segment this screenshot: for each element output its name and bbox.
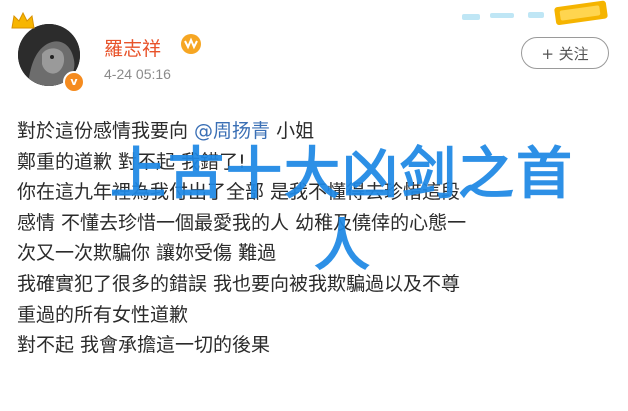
username[interactable]: 羅志祥 <box>104 34 161 61</box>
follow-button[interactable]: + 关注 <box>521 37 609 69</box>
vip-badge-icon <box>181 34 201 54</box>
verified-icon: v <box>63 71 85 93</box>
post-line: 對不起 我會承擔這一切的後果 <box>17 334 271 357</box>
post-line: 重過的所有女性道歉 <box>17 303 189 326</box>
timestamp: 4-24 05:16 <box>104 66 171 82</box>
crown-icon <box>11 11 35 29</box>
overlay-line: 上古十大凶剑之首 <box>110 142 574 207</box>
mention-link[interactable]: @周扬青 <box>194 120 270 142</box>
overlay-line: 人 <box>314 214 370 279</box>
post-text: 小姐 <box>270 120 315 142</box>
post-text: 對於這份感情我要向 <box>17 120 195 142</box>
post-header: v 羅志祥 4-24 05:16 + 关注 <box>0 0 628 100</box>
